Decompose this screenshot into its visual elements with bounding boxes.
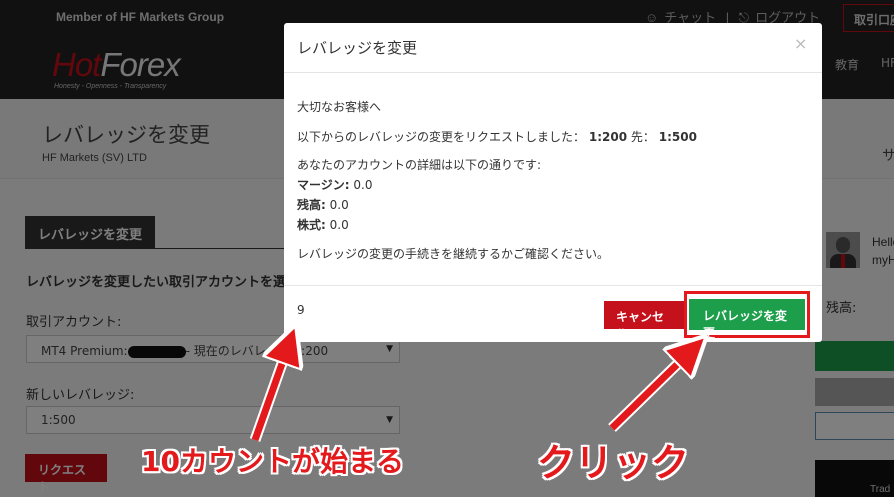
annotation-countdown-note: 10カウントが始まる: [141, 445, 404, 478]
annotation-arrows: [249, 0, 894, 442]
countdown-arrow: [251, 344, 289, 442]
annotation-click-note: クリック: [537, 441, 690, 485]
click-arrow: [609, 350, 692, 431]
